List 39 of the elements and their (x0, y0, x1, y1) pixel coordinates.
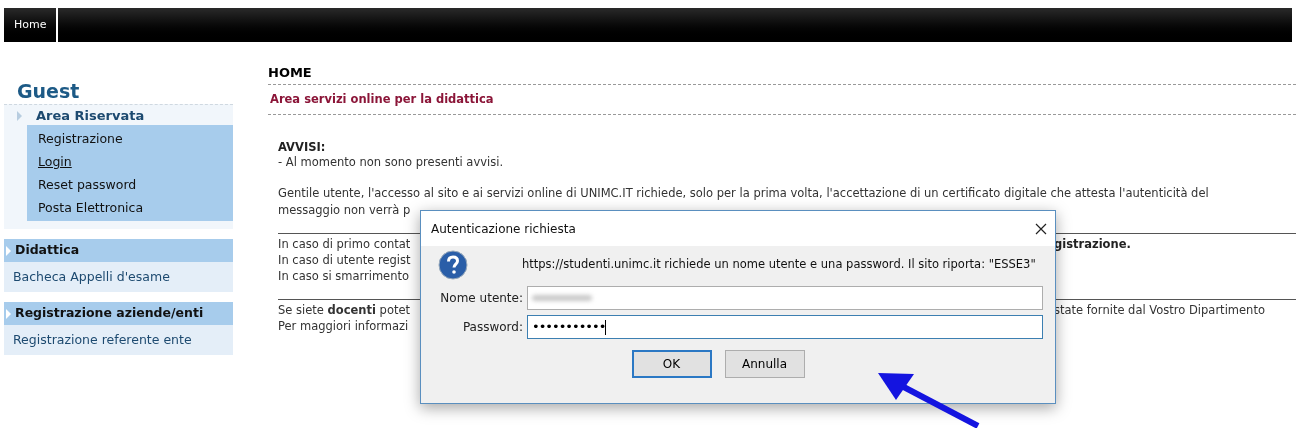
sidebar-title: Guest (16, 79, 81, 104)
sidebar-link[interactable]: Login (27, 150, 233, 173)
input-field[interactable]: ••••••••••• (527, 315, 1043, 339)
field-label: Nome utente: (439, 290, 523, 307)
dialog-title: Autenticazione richiesta (431, 220, 576, 238)
body-text: messaggio non verrà p (278, 202, 412, 219)
dialog-button[interactable]: OK (631, 350, 712, 378)
section-header[interactable]: Registrazione aziende/enti (4, 302, 233, 325)
input-field[interactable] (527, 286, 1043, 310)
sidebar-link[interactable]: Posta Elettronica (27, 196, 233, 219)
body-text: Se siete docenti potet (278, 302, 412, 319)
section-header[interactable]: Didattica (4, 239, 233, 262)
triangle-icon (6, 308, 11, 319)
notice-title: AVVISI: (278, 140, 327, 156)
field-label: Password: (461, 319, 523, 336)
body-text: In caso si smarrimento (278, 268, 411, 285)
notice-text: - Al momento non sono presenti avvisi. (278, 155, 505, 171)
nav-tab[interactable]: Home (4, 8, 59, 42)
sidebar-section[interactable]: Area Riservata Registrazione Login Reset password Posta Elettronica (4, 104, 233, 229)
triangle-icon (17, 111, 22, 121)
body-text: In caso di utente regist (278, 252, 412, 269)
dialog-button[interactable]: Annulla (724, 350, 805, 378)
question-icon (438, 250, 468, 280)
blurred-text (532, 295, 592, 301)
page-heading: HOME (268, 64, 313, 82)
body-text: Per maggiori informazi (278, 318, 410, 335)
sidebar-link[interactable]: Bacheca Appelli d'esame (4, 267, 233, 287)
section-title: Area Riservata (36, 107, 145, 126)
page-subheading: Area servizi online per la didattica (269, 91, 495, 108)
triangle-icon (6, 245, 11, 256)
sidebar-link[interactable]: Reset password (27, 173, 233, 196)
body-text: gistrazione. (1054, 236, 1131, 253)
dialog-message: https://studenti.unimc.it richiede un nome utente e una password. Il sito riporta: "ESSE3" (522, 256, 1036, 274)
password-value: ••••••••••• (532, 318, 606, 337)
close-icon[interactable] (1035, 222, 1047, 235)
intro-text: Gentile utente, l'accesso al sito e ai servizi online di UNIMC.IT richiede, solo per la prima volta, l'accettazione di un certificato digitale che attesta l'autenticità del (278, 185, 1210, 203)
sidebar-link[interactable]: Registrazione referente ente (4, 330, 233, 350)
sidebar-link[interactable]: Registrazione (27, 127, 233, 150)
body-text: In caso di primo contat (278, 236, 412, 253)
